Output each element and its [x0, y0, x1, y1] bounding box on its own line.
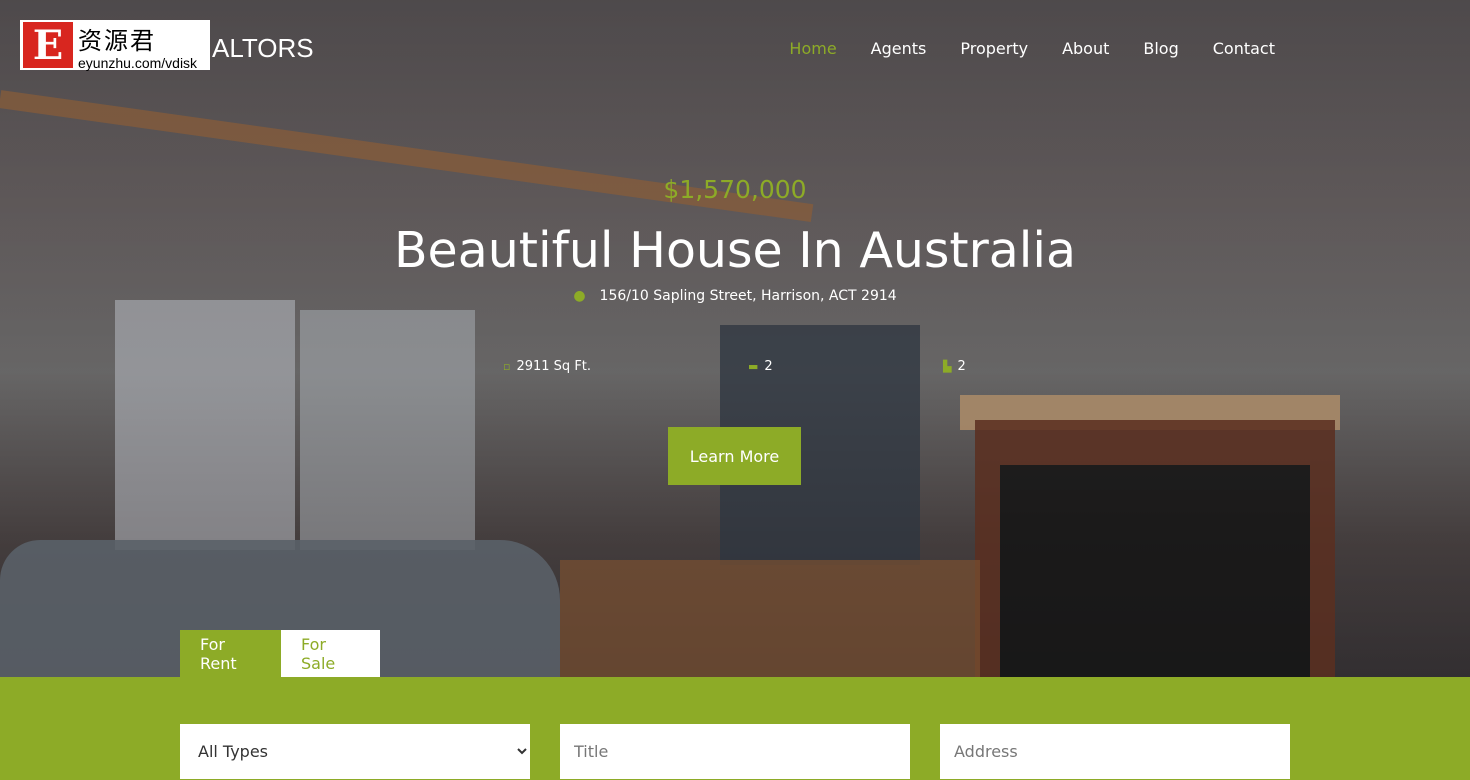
nav-property[interactable]: Property	[960, 39, 1028, 58]
logo[interactable]: E 资源君 eyunzhu.com/vdisk	[20, 20, 210, 70]
area-icon: ▫	[503, 360, 511, 373]
title-input[interactable]	[560, 724, 910, 779]
logo-mark: E	[23, 22, 73, 69]
search-tabs: For Rent For Sale	[180, 630, 380, 677]
nav-home[interactable]: Home	[789, 39, 836, 58]
map-pin-icon: ●	[573, 288, 586, 304]
address-text: 156/10 Sapling Street, Harrison, ACT 291…	[599, 288, 897, 304]
brand-name[interactable]: ALTORS	[212, 33, 314, 64]
bath-icon: ▙	[943, 360, 952, 373]
beds-value: 2	[764, 359, 773, 374]
nav-about[interactable]: About	[1062, 39, 1109, 58]
logo-chinese: 资源君	[78, 26, 156, 55]
hero-banner: E 资源君 eyunzhu.com/vdisk ALTORS Home Agent…	[0, 0, 1470, 677]
feature-area: ▫ 2911 Sq Ft.	[503, 359, 591, 374]
property-title: Beautiful House In Australia	[393, 222, 1077, 279]
address-input[interactable]	[940, 724, 1290, 779]
nav-blog[interactable]: Blog	[1143, 39, 1178, 58]
logo-url: eyunzhu.com/vdisk	[78, 54, 198, 71]
feature-baths: ▙ 2	[943, 359, 966, 374]
main-nav: Home Agents Property About Blog Contact	[789, 39, 1275, 58]
bg-window	[115, 300, 295, 550]
nav-agents[interactable]: Agents	[871, 39, 927, 58]
bg-floor	[560, 560, 980, 677]
area-value: 2911 Sq Ft.	[516, 359, 592, 374]
nav-contact[interactable]: Contact	[1213, 39, 1275, 58]
bg-fireplace	[975, 420, 1335, 677]
baths-value: 2	[957, 359, 966, 374]
bed-icon: ▬	[748, 360, 759, 373]
property-price: $1,570,000	[663, 175, 807, 204]
tab-for-sale[interactable]: For Sale	[281, 630, 380, 677]
feature-beds: ▬ 2	[748, 359, 773, 374]
tab-for-rent[interactable]: For Rent	[180, 630, 281, 677]
learn-more-button[interactable]: Learn More	[668, 427, 801, 485]
bg-window	[300, 310, 475, 550]
property-address: ● 156/10 Sapling Street, Harrison, ACT 29…	[0, 288, 1470, 304]
type-select[interactable]: All Types	[180, 724, 530, 779]
